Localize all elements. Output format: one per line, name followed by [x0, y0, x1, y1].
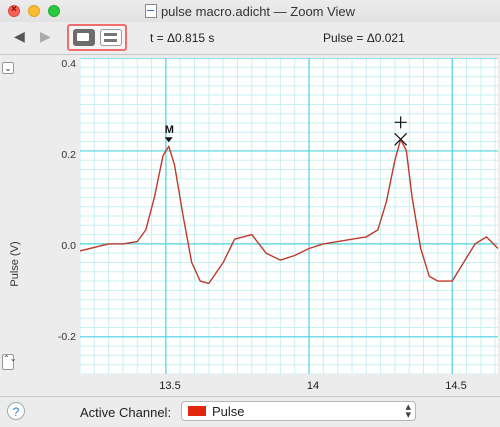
- split-pane-icon: [104, 33, 117, 36]
- y-tick-label: 0.2: [61, 149, 76, 161]
- single-pane-icon: [77, 33, 89, 41]
- y-tick-label: 0.4: [61, 58, 76, 70]
- split-view-button[interactable]: [100, 29, 122, 46]
- y-tick-label: 0.0: [61, 240, 76, 252]
- select-arrows-icon: ▴ ▾: [405, 401, 411, 421]
- window-title: pulse macro.adicht — Zoom View: [160, 4, 356, 19]
- single-view-button[interactable]: [73, 29, 95, 46]
- forward-arrow-icon[interactable]: ▶: [40, 28, 51, 45]
- y-axis-column: ⌄ Pulse (V) 0.4 0.2 0.0 -0.2 ⌃⌄: [0, 58, 80, 378]
- crosshair-icon: [394, 116, 407, 129]
- pulse-trace: [79, 138, 499, 285]
- collapse-channel-button[interactable]: ⌄: [2, 62, 14, 74]
- active-channel-select[interactable]: Pulse ▴ ▾: [181, 401, 416, 421]
- time-readout: t = Δ0.815 s: [150, 31, 215, 45]
- x-tick-label: 14: [306, 380, 320, 392]
- title-bar: × pulse macro.adicht — Zoom View: [0, 0, 500, 22]
- cursor-x-icon: [394, 132, 408, 146]
- x-tick-label: 13.5: [159, 380, 181, 392]
- bottom-bar: ? Active Channel: Pulse ▴ ▾: [0, 396, 500, 427]
- x-tick-label: 14.5: [445, 380, 467, 392]
- plot-area[interactable]: M: [79, 57, 499, 375]
- document-icon: [144, 4, 157, 18]
- y-tick-label: -0.2: [57, 331, 76, 343]
- back-arrow-icon[interactable]: ◀: [14, 28, 25, 45]
- view-mode-toggle: [67, 24, 127, 51]
- channel-name: Pulse: [212, 404, 245, 419]
- x-axis: 13.5 14 14.5: [80, 374, 500, 396]
- marker-label: M: [164, 124, 174, 137]
- help-button[interactable]: ?: [7, 402, 25, 420]
- value-readout: Pulse = Δ0.021: [323, 31, 405, 45]
- window-title-container: pulse macro.adicht — Zoom View: [0, 4, 500, 19]
- channel-color-swatch: [188, 406, 206, 416]
- zoom-view-chart: [79, 57, 499, 375]
- scale-stepper[interactable]: ⌃⌄: [2, 354, 16, 370]
- y-axis-label: Pulse (V): [9, 241, 21, 287]
- active-channel-label: Active Channel:: [80, 405, 172, 420]
